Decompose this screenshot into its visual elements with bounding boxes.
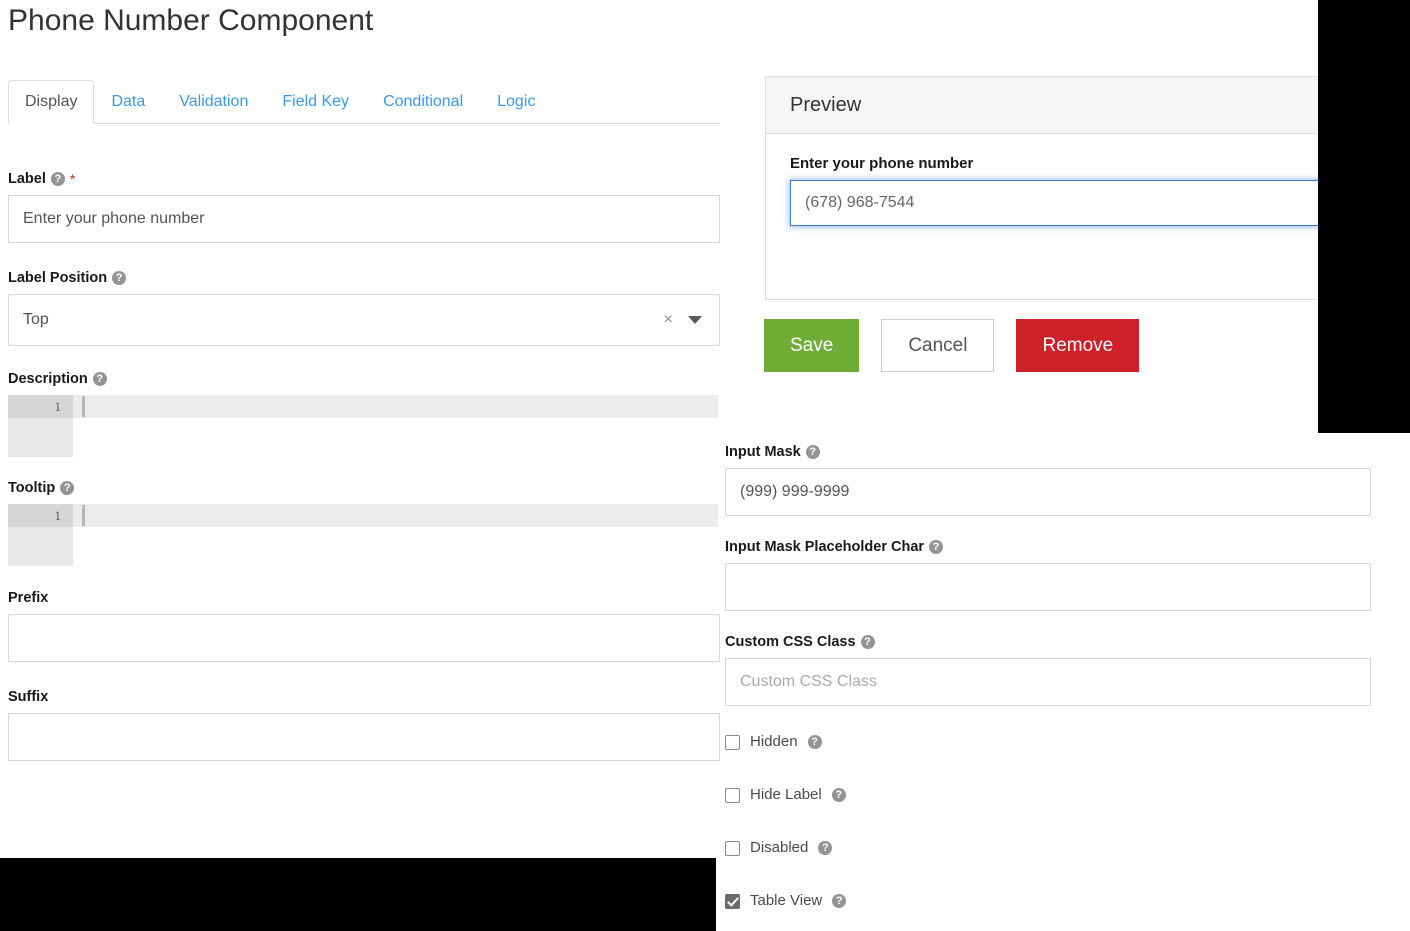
remove-button[interactable]: Remove — [1016, 319, 1139, 372]
custom-css-class-input[interactable] — [725, 658, 1371, 706]
hide-label-checkbox[interactable] — [725, 788, 740, 803]
tab-logic[interactable]: Logic — [480, 80, 552, 124]
required-indicator: * — [70, 173, 75, 185]
help-icon[interactable]: ? — [60, 481, 74, 495]
editor-active-line — [73, 395, 718, 418]
display-option-checkboxes: Hidden ? Hide Label ? Disabled ? Table V… — [725, 732, 1371, 911]
hidden-checkbox[interactable] — [725, 735, 740, 750]
field-group-suffix: Suffix — [8, 688, 720, 761]
table-view-checkbox-label: Table View — [750, 891, 822, 911]
help-icon[interactable]: ? — [832, 894, 846, 908]
input-mask-placeholder-char-field-label: Input Mask Placeholder Char ? — [725, 538, 1371, 556]
tab-validation[interactable]: Validation — [162, 80, 265, 124]
suffix-field-label: Suffix — [8, 688, 720, 706]
preview-panel: Preview Enter your phone number — [765, 76, 1365, 300]
help-icon[interactable]: ? — [806, 445, 820, 459]
field-group-input-mask: Input Mask ? — [725, 443, 1371, 516]
label-position-label-text: Label Position — [8, 269, 107, 287]
chevron-down-icon[interactable] — [688, 316, 702, 324]
suffix-label-text: Suffix — [8, 688, 48, 706]
page-title: Phone Number Component — [8, 2, 373, 40]
checkbox-row-disabled[interactable]: Disabled ? — [725, 838, 1371, 858]
tooltip-field-label: Tooltip ? — [8, 479, 720, 497]
field-group-input-mask-placeholder-char: Input Mask Placeholder Char ? — [725, 538, 1371, 611]
help-icon[interactable]: ? — [929, 540, 943, 554]
label-position-field-label: Label Position ? — [8, 269, 720, 287]
field-group-label-position: Label Position ? Top × — [8, 269, 720, 346]
tooltip-label-text: Tooltip — [8, 479, 55, 497]
field-group-label: Label ? * — [8, 170, 720, 243]
description-field-label: Description ? — [8, 370, 720, 388]
help-icon[interactable]: ? — [93, 372, 107, 386]
occluded-region-bottom — [0, 858, 716, 931]
editor-line-number: 1 — [8, 504, 73, 527]
input-mask-input[interactable] — [725, 468, 1371, 516]
occluded-region-right — [1318, 0, 1410, 433]
table-view-checkbox[interactable] — [725, 894, 740, 909]
settings-tabs: Display Data Validation Field Key Condit… — [8, 76, 720, 124]
label-input[interactable] — [8, 195, 720, 243]
preview-panel-body: Enter your phone number — [766, 134, 1364, 226]
prefix-label-text: Prefix — [8, 589, 48, 607]
hidden-checkbox-label: Hidden — [750, 732, 798, 752]
help-icon[interactable]: ? — [808, 735, 822, 749]
field-group-prefix: Prefix — [8, 589, 720, 662]
tab-display[interactable]: Display — [8, 80, 94, 124]
field-group-description: Description ? 1 — [8, 370, 720, 457]
save-button[interactable]: Save — [764, 319, 859, 372]
preview-field-label: Enter your phone number — [790, 155, 1340, 172]
help-icon[interactable]: ? — [832, 788, 846, 802]
input-mask-placeholder-char-label-text: Input Mask Placeholder Char — [725, 538, 924, 556]
tab-conditional[interactable]: Conditional — [366, 80, 480, 124]
help-icon[interactable]: ? — [818, 841, 832, 855]
editor-cursor — [82, 396, 85, 417]
label-position-selected-value: Top — [9, 311, 49, 329]
prefix-input[interactable] — [8, 614, 720, 662]
label-field-label-text: Label — [8, 170, 46, 188]
description-code-editor[interactable]: 1 — [8, 395, 720, 457]
disabled-checkbox-label: Disabled — [750, 838, 808, 858]
display-settings-right-column: Input Mask ? Input Mask Placeholder Char… — [725, 443, 1371, 911]
checkbox-row-hidden[interactable]: Hidden ? — [725, 732, 1371, 752]
editor-cursor — [82, 505, 85, 526]
label-field-label: Label ? * — [8, 170, 720, 188]
phone-number-component-settings-page: Phone Number Component Display Data Vali… — [0, 0, 1410, 931]
custom-css-class-label-text: Custom CSS Class — [725, 633, 856, 651]
preview-phone-input[interactable] — [790, 180, 1343, 226]
editor-line-number: 1 — [8, 395, 73, 418]
suffix-input[interactable] — [8, 713, 720, 761]
help-icon[interactable]: ? — [51, 172, 65, 186]
preview-panel-header: Preview — [766, 77, 1364, 134]
field-group-custom-css-class: Custom CSS Class ? — [725, 633, 1371, 706]
preview-title: Preview — [790, 94, 861, 117]
checkbox-row-hide-label[interactable]: Hide Label ? — [725, 785, 1371, 805]
tooltip-code-editor[interactable]: 1 — [8, 504, 720, 566]
action-buttons: Save Cancel Remove — [764, 319, 1139, 372]
display-settings-left-column: Label ? * Label Position ? Top × Descrip… — [8, 170, 720, 761]
description-label-text: Description — [8, 370, 88, 388]
disabled-checkbox[interactable] — [725, 841, 740, 856]
checkbox-row-table-view[interactable]: Table View ? — [725, 891, 1371, 911]
input-mask-placeholder-char-input[interactable] — [725, 563, 1371, 611]
input-mask-label-text: Input Mask — [725, 443, 801, 461]
tab-field-key[interactable]: Field Key — [265, 80, 366, 124]
clear-icon[interactable]: × — [664, 312, 673, 328]
input-mask-field-label: Input Mask ? — [725, 443, 1371, 461]
prefix-field-label: Prefix — [8, 589, 720, 607]
field-group-tooltip: Tooltip ? 1 — [8, 479, 720, 566]
tab-data[interactable]: Data — [94, 80, 162, 124]
help-icon[interactable]: ? — [112, 271, 126, 285]
hide-label-checkbox-label: Hide Label — [750, 785, 822, 805]
label-position-select[interactable]: Top × — [8, 294, 720, 346]
help-icon[interactable]: ? — [861, 635, 875, 649]
custom-css-class-field-label: Custom CSS Class ? — [725, 633, 1371, 651]
editor-active-line — [73, 504, 718, 527]
cancel-button[interactable]: Cancel — [881, 319, 994, 372]
